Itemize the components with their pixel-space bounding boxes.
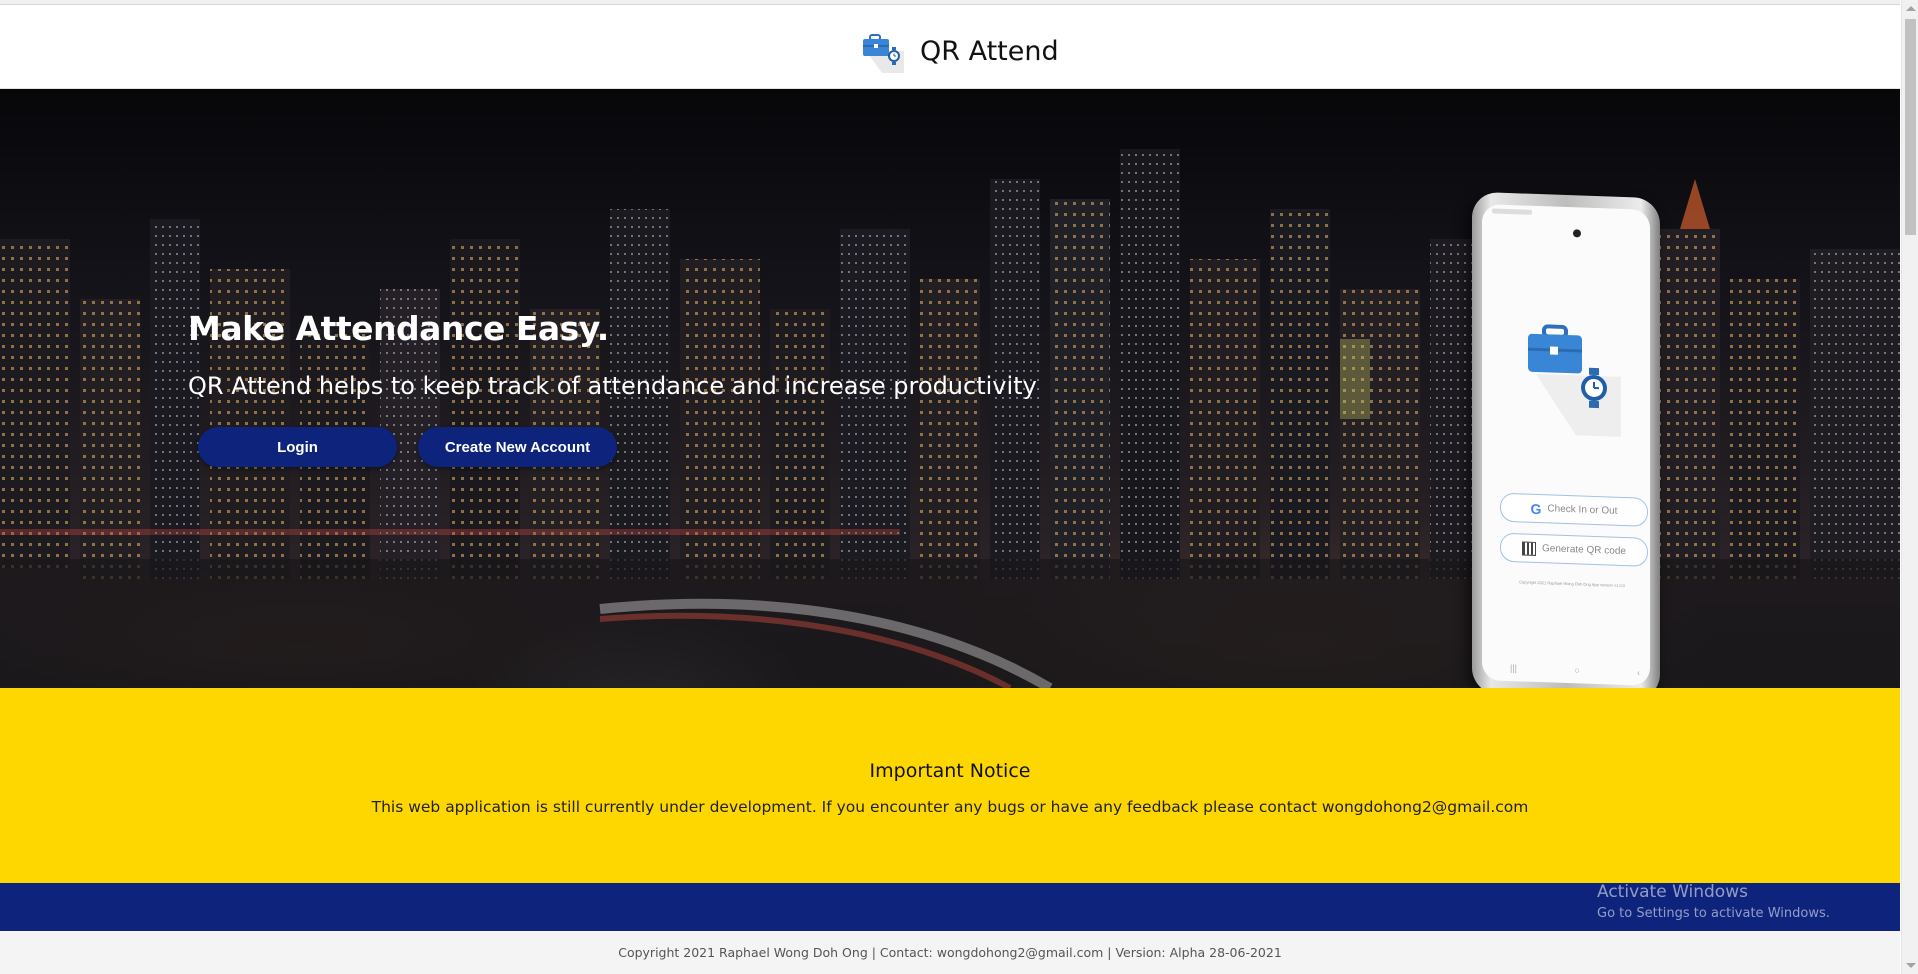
check-in-label: Check In or Out — [1547, 503, 1618, 517]
watermark-title: Activate Windows — [1597, 882, 1748, 902]
site-title: QR Attend — [920, 35, 1059, 67]
notice-text: This web application is still currently … — [371, 798, 1529, 816]
generate-qr-label: Generate QR code — [1542, 543, 1626, 558]
briefcase-clock-icon — [860, 29, 906, 73]
brand[interactable]: QR Attend — [860, 29, 1059, 73]
recent-apps-icon: ||| — [1510, 663, 1518, 674]
scroll-up-arrow-icon[interactable] — [1906, 6, 1916, 11]
briefcase-clock-icon — [1526, 324, 1626, 437]
google-icon: G — [1530, 500, 1542, 517]
activate-windows-watermark: Activate Windows Go to Settings to activ… — [1597, 882, 1830, 921]
home-icon: ○ — [1574, 665, 1580, 676]
vertical-scrollbar[interactable] — [1901, 0, 1918, 974]
login-button[interactable]: Login — [198, 427, 397, 467]
phone-screen: G Check In or Out Generate QR code Copyr… — [1482, 204, 1650, 686]
site-header: QR Attend — [0, 5, 1900, 89]
qr-code-icon — [1522, 540, 1537, 556]
back-icon: ‹ — [1636, 667, 1640, 678]
scroll-down-arrow-icon[interactable] — [1906, 963, 1916, 968]
hero-heading: Make Attendance Easy. — [188, 309, 609, 348]
phone-nav-bar: ||| ○ ‹ — [1510, 663, 1640, 678]
phone-camera — [1573, 229, 1581, 238]
watermark-subtitle: Go to Settings to activate Windows. — [1597, 906, 1830, 921]
phone-copyright: Copyright 2021 Raphael Wong Doh Ong App … — [1519, 579, 1625, 589]
hero-subheading: QR Attend helps to keep track of attenda… — [188, 372, 1037, 400]
phone-status-bar — [1492, 208, 1532, 215]
site-footer: Copyright 2021 Raphael Wong Doh Ong | Co… — [0, 931, 1900, 974]
scroll-thumb[interactable] — [1905, 19, 1916, 235]
page: QR Attend Make Attendance Easy. QR Atten… — [0, 0, 1900, 974]
hero-buttons: Login Create New Account — [198, 427, 1037, 467]
hero-content: Make Attendance Easy. QR Attend helps to… — [188, 309, 1037, 467]
footer-text: Copyright 2021 Raphael Wong Doh Ong | Co… — [618, 945, 1282, 960]
phone-mockup: G Check In or Out Generate QR code Copyr… — [1472, 191, 1660, 688]
important-notice: Important Notice This web application is… — [0, 688, 1900, 883]
hero-section: Make Attendance Easy. QR Attend helps to… — [0, 89, 1900, 688]
check-in-button[interactable]: G Check In or Out — [1500, 492, 1648, 527]
generate-qr-button[interactable]: Generate QR code — [1500, 532, 1648, 567]
create-account-button[interactable]: Create New Account — [418, 427, 617, 467]
notice-title: Important Notice — [869, 760, 1031, 782]
